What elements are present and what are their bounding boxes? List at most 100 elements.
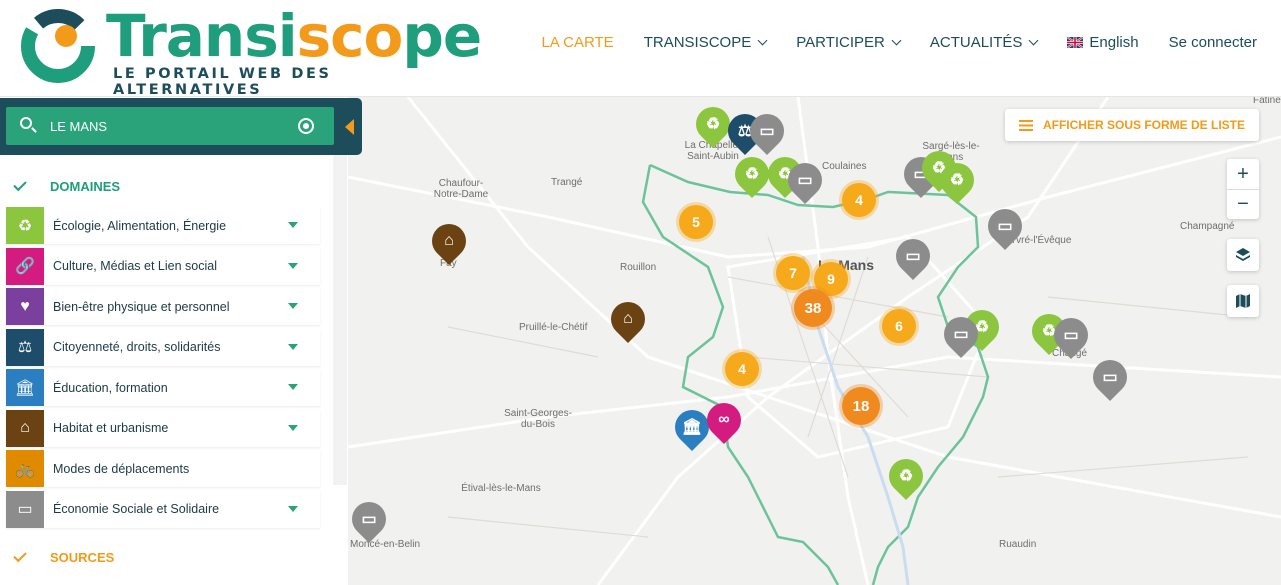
logo[interactable]: Transiscope LE PORTAIL WEB DES ALTERNATI… [18, 4, 482, 98]
list-icon [1018, 119, 1033, 131]
banknote-marker[interactable]: ▭ [980, 201, 1030, 251]
search-bar [0, 98, 362, 155]
house-marker[interactable]: ⌂ [603, 294, 653, 344]
logo-subtitle: LE PORTAIL WEB DES ALTERNATIVES [113, 66, 332, 98]
institution-icon: 🏛 [681, 419, 703, 436]
zoom-out-button[interactable]: − [1227, 189, 1259, 219]
banknote-marker[interactable]: ▭ [936, 309, 986, 359]
recycle-marker[interactable]: ♻ [932, 155, 982, 205]
domain-label: Modes de déplacements [53, 461, 190, 476]
caret-down-icon[interactable] [288, 505, 298, 512]
link-icon: 🔗 [6, 247, 44, 285]
place-label: Étival-lès-le-Mans [461, 483, 541, 494]
header: Transiscope LE PORTAIL WEB DES ALTERNATI… [0, 0, 1281, 98]
login-link[interactable]: Se connecter [1169, 34, 1257, 51]
domain-item[interactable]: ▭ Économie Sociale et Solidaire [6, 490, 320, 528]
caret-down-icon[interactable] [288, 424, 298, 431]
search-icon[interactable] [20, 117, 32, 129]
map-cluster[interactable]: 6 [882, 309, 916, 343]
heart-icon: ♥ [6, 288, 44, 325]
domain-label: Écologie, Alimentation, Énergie [53, 218, 227, 233]
nav-transiscope[interactable]: TRANSISCOPE [644, 34, 768, 51]
place-label: Trangé [551, 177, 583, 188]
place-label: Ruaudin [999, 539, 1037, 550]
check-icon [13, 177, 27, 192]
domain-item[interactable]: 🚲 Modes de déplacements [6, 450, 320, 487]
logo-title: Transiscope [106, 2, 482, 70]
banknote-icon: ▭ [361, 511, 377, 528]
recycle-icon: ♻ [949, 172, 965, 189]
place-label: Pruillé-le-Chétif [519, 322, 588, 333]
language-switch[interactable]: English [1067, 34, 1139, 51]
domain-label: Éducation, formation [53, 380, 168, 395]
geolocate-icon[interactable] [298, 118, 314, 134]
link-icon: ∞ [718, 411, 730, 428]
house-icon: ⌂ [444, 232, 454, 249]
caret-down-icon[interactable] [288, 262, 298, 269]
domain-label: Bien-être physique et personnel [53, 299, 230, 314]
banknote-marker[interactable]: ▭ [742, 106, 792, 156]
place-label: Moncé-en-Belin [350, 539, 421, 550]
sources-header[interactable]: SOURCES [13, 548, 114, 565]
chevron-down-icon [757, 35, 768, 45]
banknote-icon: ▭ [797, 172, 813, 189]
main-nav: LA CARTE TRANSISCOPE PARTICIPER ACTUALIT… [511, 30, 1257, 54]
nav-participer[interactable]: PARTICIPER [796, 34, 902, 51]
domain-label: Habitat et urbanisme [53, 421, 169, 435]
search-input[interactable] [50, 107, 290, 145]
map-cluster[interactable]: 18 [842, 387, 880, 425]
list-view-button[interactable]: AFFICHER SOUS FORME DE LISTE [1004, 109, 1259, 141]
house-icon: ⌂ [6, 409, 44, 447]
logo-emblem-icon [21, 9, 95, 83]
domains-list: ♻ Écologie, Alimentation, Énergie 🔗 Culture… [6, 207, 320, 531]
domain-label: Économie Sociale et Solidaire [53, 502, 220, 516]
domain-item[interactable]: 🏛 Éducation, formation [6, 369, 320, 406]
check-icon [13, 548, 27, 563]
map-cluster[interactable]: 5 [679, 205, 713, 239]
zoom-in-button[interactable]: + [1227, 159, 1259, 189]
map[interactable]: Fatines La Chapelle-Saint-Aubin Coulaine… [348, 97, 1281, 585]
recycle-marker[interactable]: ♻ [881, 451, 931, 501]
link-marker[interactable]: ∞ [699, 395, 749, 445]
banknote-icon: ▭ [759, 123, 775, 140]
banknote-icon: ▭ [997, 218, 1013, 235]
uk-flag-icon [1067, 36, 1084, 48]
recycle-icon: ♻ [6, 207, 44, 244]
layers-button[interactable] [1227, 239, 1259, 271]
domain-item[interactable]: ♥ Bien-être physique et personnel [6, 288, 320, 325]
caret-down-icon[interactable] [288, 303, 298, 309]
place-label: Rouillon [620, 262, 657, 273]
banknote-marker[interactable]: ▭ [1046, 310, 1096, 360]
caret-down-icon[interactable] [288, 222, 298, 228]
banknote-marker[interactable]: ▭ [1085, 352, 1135, 402]
banknote-marker[interactable]: ▭ [780, 155, 830, 205]
recycle-icon: ♻ [898, 468, 914, 485]
map-style-button[interactable] [1227, 285, 1259, 317]
sidebar-scrollbar[interactable] [333, 155, 347, 485]
place-label: Saint-Georges-du-Bois [504, 408, 572, 430]
place-label: Champagné [1180, 221, 1235, 232]
domain-item[interactable]: ⚖ Citoyenneté, droits, solidarités [6, 328, 320, 366]
domain-label: Citoyenneté, droits, solidarités [53, 340, 221, 354]
caret-down-icon[interactable] [288, 384, 298, 390]
map-cluster[interactable]: 4 [725, 352, 759, 386]
banknote-icon: ▭ [905, 248, 921, 265]
map-cluster[interactable]: 7 [776, 256, 810, 290]
domains-header[interactable]: DOMAINES [13, 177, 120, 194]
domain-item[interactable]: ♻ Écologie, Alimentation, Énergie [6, 207, 320, 244]
map-cluster[interactable]: 38 [794, 289, 832, 327]
house-marker[interactable]: ⌂ [424, 216, 474, 266]
banknote-marker[interactable]: ▭ [888, 231, 938, 281]
sidebar: DOMAINES ♻ Écologie, Alimentation, Énergi… [0, 97, 362, 585]
map-cluster[interactable]: 4 [842, 183, 876, 217]
bicycle-icon: 🚲 [6, 450, 44, 487]
nav-actualites[interactable]: ACTUALITÉS [930, 34, 1039, 51]
domain-item[interactable]: 🔗 Culture, Médias et Lien social [6, 247, 320, 285]
caret-down-icon[interactable] [288, 343, 298, 350]
scales-icon: ⚖ [6, 328, 44, 366]
institution-icon: 🏛 [6, 369, 44, 406]
nav-la-carte[interactable]: LA CARTE [541, 34, 613, 51]
domain-item[interactable]: ⌂ Habitat et urbanisme [6, 409, 320, 447]
banknote-icon: ▭ [1063, 327, 1079, 344]
collapse-sidebar-icon[interactable] [345, 119, 354, 135]
